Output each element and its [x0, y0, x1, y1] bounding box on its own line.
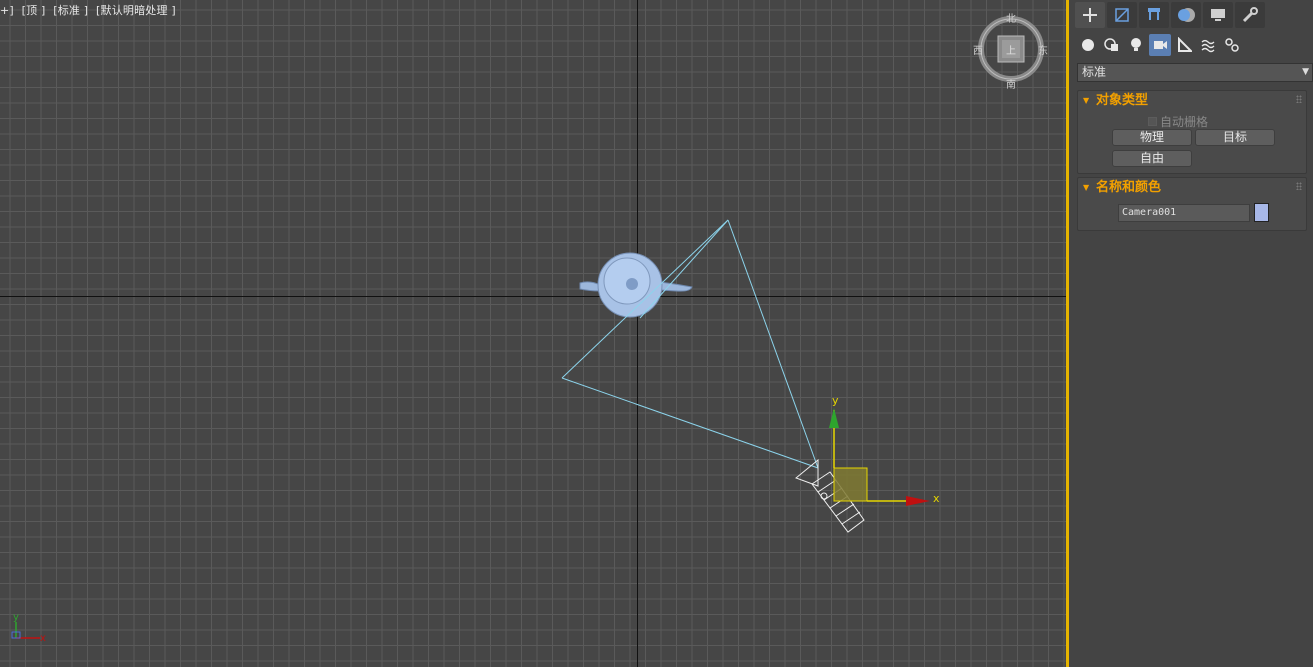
- object-type-rollout-header[interactable]: ▼ 对象类型: [1078, 91, 1306, 110]
- display-tab[interactable]: [1203, 2, 1233, 28]
- viewcube-north[interactable]: 北: [1006, 10, 1016, 25]
- object-categories: [1077, 34, 1243, 56]
- spacewarps-icon: [1201, 39, 1215, 53]
- modify-tab[interactable]: [1107, 2, 1137, 28]
- name-color-rollout-header[interactable]: ▼ 名称和颜色: [1078, 178, 1306, 197]
- spacewarps-category[interactable]: [1197, 34, 1219, 56]
- helpers-category[interactable]: [1173, 34, 1195, 56]
- free-camera-button[interactable]: 自由: [1112, 150, 1192, 167]
- shapes-icon: [1104, 38, 1118, 51]
- object-type-rollout: ▼ 对象类型 自动栅格 物理 目标 自由: [1077, 90, 1307, 174]
- axis-tripod-icon: y x: [11, 612, 46, 644]
- object-color-swatch[interactable]: [1254, 203, 1269, 222]
- target-camera-button[interactable]: 目标: [1195, 129, 1275, 146]
- command-panel: 标准 ▼ ▼ 对象类型 自动栅格 物理 目标 自由 ▼ 名称和颜色 Camera…: [1069, 0, 1313, 667]
- display-icon: [1211, 9, 1225, 21]
- viewcube[interactable]: 北 南 东 西 上: [973, 14, 1048, 91]
- viewcube-top-face[interactable]: 上: [1006, 42, 1016, 57]
- move-gizmo[interactable]: y x: [829, 394, 940, 506]
- collapse-triangle-icon: ▼: [1083, 183, 1090, 192]
- corner-y-label: y: [13, 612, 19, 623]
- dropdown-value: 标准: [1082, 65, 1107, 79]
- hierarchy-icon: [1148, 8, 1160, 20]
- utilities-icon: [1242, 7, 1258, 23]
- systems-category[interactable]: [1221, 34, 1243, 56]
- viewcube-south[interactable]: 南: [1006, 76, 1016, 91]
- geometry-icon: [1082, 39, 1094, 51]
- autogrid-checkbox-row: 自动栅格: [1148, 113, 1208, 130]
- create-icon: [1083, 8, 1097, 22]
- name-color-rollout: ▼ 名称和颜色 Camera001: [1077, 177, 1307, 231]
- top-viewport[interactable]: +] [顶 ] [标准 ] [默认明暗处理 ] y x y x 北 南 东 西 …: [0, 0, 1067, 667]
- viewcube-west[interactable]: 西: [973, 42, 983, 57]
- cameras-category[interactable]: [1149, 34, 1171, 56]
- create-tab[interactable]: [1075, 2, 1105, 28]
- corner-x-label: x: [40, 633, 46, 644]
- command-panel-tabs: [1075, 2, 1265, 28]
- motion-tab[interactable]: [1171, 2, 1201, 28]
- chevron-down-icon: ▼: [1302, 67, 1309, 77]
- scene-canvas: y x y x: [11, 219, 940, 644]
- camera-frustum: [561, 219, 819, 469]
- cameras-icon: [1154, 41, 1167, 49]
- shapes-category[interactable]: [1101, 34, 1123, 56]
- modify-icon: [1115, 8, 1129, 22]
- gizmo-x-label: x: [933, 492, 940, 505]
- rollout-title: 对象类型: [1096, 93, 1149, 108]
- viewcube-east[interactable]: 东: [1038, 42, 1048, 57]
- autogrid-checkbox[interactable]: [1148, 117, 1157, 126]
- object-name-field[interactable]: Camera001: [1118, 204, 1250, 222]
- motion-icon: [1178, 8, 1195, 22]
- autogrid-label: 自动栅格: [1160, 115, 1209, 129]
- object-type-dropdown[interactable]: 标准 ▼: [1077, 63, 1313, 82]
- rollout-title: 名称和颜色: [1096, 180, 1162, 195]
- utilities-tab[interactable]: [1235, 2, 1265, 28]
- geometry-category[interactable]: [1077, 34, 1099, 56]
- lights-category[interactable]: [1125, 34, 1147, 56]
- helpers-icon: [1178, 37, 1192, 52]
- grip-icon: [1296, 95, 1302, 103]
- collapse-triangle-icon: ▼: [1083, 96, 1090, 105]
- hierarchy-tab[interactable]: [1139, 2, 1169, 28]
- grip-icon: [1296, 182, 1302, 190]
- lights-icon: [1131, 38, 1141, 51]
- physical-camera-button[interactable]: 物理: [1112, 129, 1192, 146]
- gizmo-y-label: y: [832, 394, 839, 407]
- systems-icon: [1225, 38, 1239, 52]
